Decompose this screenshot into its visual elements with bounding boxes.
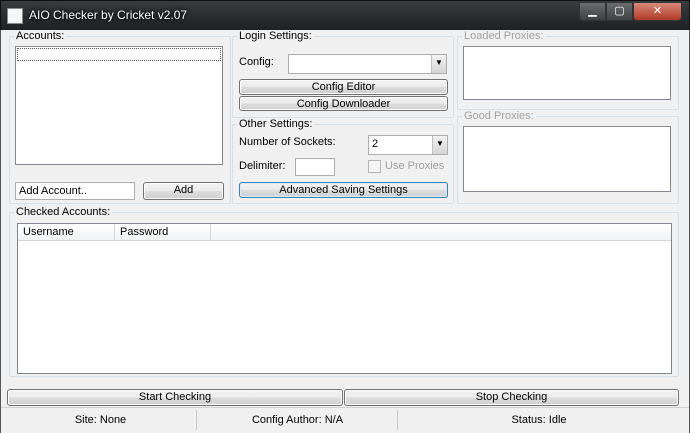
checked-accounts-label: Checked Accounts: [14, 206, 113, 218]
title-bar[interactable]: AIO Checker by Cricket v2.07 ▁ ▢ ✕ [0, 0, 690, 30]
other-settings-group: Other Settings: Number of Sockets: 2 ▼ D… [232, 118, 454, 204]
config-select[interactable]: ▼ [288, 54, 447, 74]
advanced-saving-button[interactable]: Advanced Saving Settings [239, 182, 448, 198]
use-proxies-label: Use Proxies [385, 160, 445, 172]
config-downloader-button[interactable]: Config Downloader [239, 96, 448, 111]
start-checking-button[interactable]: Start Checking [7, 389, 343, 406]
sockets-label: Number of Sockets: [239, 136, 336, 148]
loaded-proxies-label: Loaded Proxies: [462, 30, 546, 42]
add-account-button[interactable]: Add [143, 182, 224, 200]
good-proxies-list[interactable] [463, 126, 671, 192]
login-settings-group: Login Settings: Config: ▼ Config Editor … [232, 30, 454, 118]
close-button[interactable]: ✕ [633, 2, 682, 21]
maximize-button[interactable]: ▢ [606, 2, 633, 21]
status-site: Site: None [5, 410, 197, 430]
column-header-username[interactable]: Username [18, 224, 115, 241]
chevron-down-icon[interactable]: ▼ [431, 55, 446, 73]
sockets-select-value: 2 [372, 138, 379, 150]
status-config-author: Config Author: N/A [198, 410, 398, 430]
status-state: Status: Idle [511, 414, 567, 426]
use-proxies-checkbox[interactable] [368, 160, 381, 173]
other-settings-label: Other Settings: [237, 118, 315, 130]
config-editor-button[interactable]: Config Editor [239, 79, 448, 95]
list-focus-row [17, 48, 221, 61]
accounts-list[interactable] [15, 46, 223, 165]
app-icon [7, 8, 23, 24]
minimize-button[interactable]: ▁ [579, 2, 606, 21]
delimiter-input[interactable] [295, 158, 335, 176]
delimiter-label: Delimiter: [239, 160, 286, 172]
checked-accounts-group: Checked Accounts: Username Password [9, 206, 679, 377]
loaded-proxies-list[interactable] [463, 46, 671, 100]
good-proxies-label: Good Proxies: [462, 110, 536, 122]
main-window-client: Accounts: Add Account.. Add Login Settin… [0, 30, 690, 433]
checked-accounts-table[interactable]: Username Password [17, 223, 672, 374]
config-label: Config: [239, 56, 274, 68]
chevron-down-icon[interactable]: ▼ [432, 136, 447, 154]
loaded-proxies-group: Loaded Proxies: [457, 30, 679, 110]
good-proxies-group: Good Proxies: [457, 110, 679, 204]
table-header: Username Password [18, 224, 671, 241]
accounts-group: Accounts: Add Account.. Add [9, 30, 231, 204]
add-account-input[interactable]: Add Account.. [15, 182, 135, 200]
column-header-password[interactable]: Password [115, 224, 211, 241]
accounts-group-label: Accounts: [14, 30, 67, 42]
sockets-select[interactable]: 2 ▼ [368, 135, 448, 155]
login-settings-label: Login Settings: [237, 30, 314, 42]
status-bar: Site: None Config Author: N/A Status: Id… [1, 407, 689, 433]
stop-checking-button[interactable]: Stop Checking [344, 389, 679, 406]
window-title: AIO Checker by Cricket v2.07 [29, 8, 188, 22]
